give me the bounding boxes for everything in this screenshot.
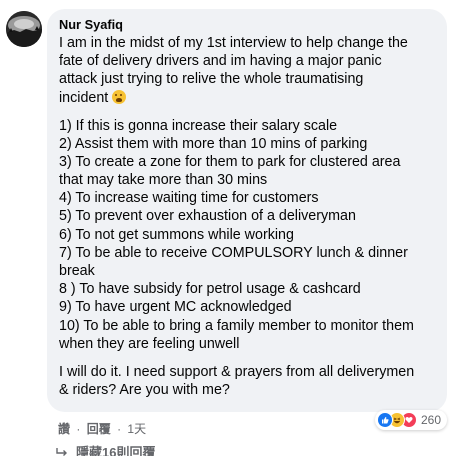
list-item: 7) To be able to receive COMPULSORY lunc… (59, 244, 408, 261)
comment-closing: I will do it. I need support & prayers f… (59, 363, 435, 399)
separator: · (117, 422, 122, 436)
reaction-count: 260 (421, 413, 442, 427)
list-item: 9) To have urgent MC acknowledged (59, 299, 292, 316)
comment-intro: I am in the midst of my 1st interview to… (59, 34, 435, 107)
comment-list: 1) If this is gonna increase their salar… (59, 117, 435, 353)
comment-actions: 讚 · 回覆 · 1天 (58, 420, 146, 437)
comment-thread: Nur Syafiq I am in the midst of my 1st i… (0, 0, 457, 456)
hide-replies-button[interactable]: 隱藏16則回覆 (56, 442, 155, 456)
comment-line: & riders? Are you with me? (59, 382, 230, 399)
comment-author[interactable]: Nur Syafiq (59, 17, 435, 34)
fearful-face-emoji-icon (112, 89, 127, 104)
comment-bubble: Nur Syafiq I am in the midst of my 1st i… (47, 9, 447, 412)
list-item: 8 ) To have subsidy for petrol usage & c… (59, 281, 361, 298)
reply-button[interactable]: 回覆 (87, 422, 111, 436)
list-item: 1) If this is gonna increase their salar… (59, 117, 338, 134)
list-item: 10) To be able to bring a family member … (59, 317, 414, 334)
avatar[interactable] (6, 11, 42, 47)
list-item: that may take more than 30 mins (59, 172, 268, 189)
like-icon (377, 412, 393, 428)
comment-line: attack just trying to relive the whole t… (59, 71, 364, 88)
list-item: break (59, 263, 95, 280)
list-item: 3) To create a zone for them to park for… (59, 153, 401, 170)
list-item: 5) To prevent over exhaustion of a deliv… (59, 208, 356, 225)
reply-arrow-icon (56, 447, 67, 456)
avatar-image (6, 11, 42, 47)
timestamp[interactable]: 1天 (127, 422, 146, 436)
list-item: when they are feeling unwell (59, 335, 240, 352)
hide-replies-label: 隱藏16則回覆 (76, 445, 156, 456)
comment-line: I will do it. I need support & prayers f… (59, 363, 415, 380)
comment-line: I am in the midst of my 1st interview to… (59, 35, 408, 51)
comment-line-last: incident (59, 89, 435, 107)
comment-line: fate of delivery drivers and im having a… (59, 53, 382, 70)
list-item: 6) To not get summons while working (59, 226, 294, 243)
list-item: 4) To increase waiting time for customer… (59, 190, 319, 207)
reactions-summary[interactable]: 260 (375, 410, 448, 430)
like-button[interactable]: 讚 (58, 422, 70, 436)
separator: · (76, 422, 81, 436)
comment-line-text: incident (59, 89, 109, 106)
list-item: 2) Assist them with more than 10 mins of… (59, 135, 368, 152)
